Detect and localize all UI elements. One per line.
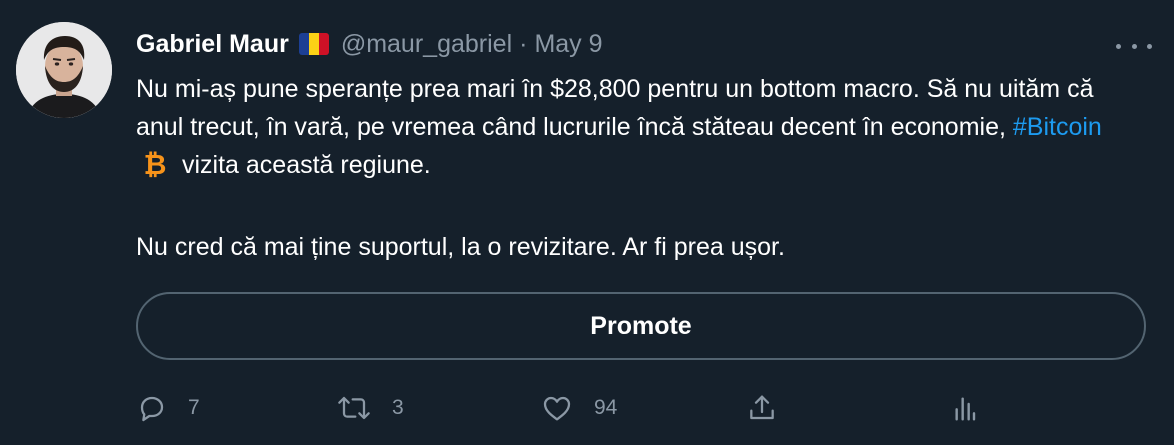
tweet-date[interactable]: May 9	[534, 30, 602, 59]
author-handle[interactable]: @maur_gabriel	[341, 30, 512, 59]
svg-text:₿: ₿	[144, 149, 167, 179]
tweet-header: Gabriel Maur @maur_gabriel · May 9	[136, 27, 603, 61]
retweet-icon	[336, 392, 372, 424]
like-count: 94	[594, 396, 618, 419]
tweet-text-part-2: vizita această regiune.	[182, 151, 431, 179]
author-name[interactable]: Gabriel Maur	[136, 30, 289, 59]
more-dots-icon[interactable]	[1116, 34, 1152, 58]
action-bar: 7 3 94	[136, 388, 1146, 428]
tweet-text: Nu mi-aș pune speranțe prea mari în $28,…	[136, 70, 1146, 266]
avatar[interactable]	[16, 22, 112, 118]
analytics-icon	[948, 391, 980, 425]
reply-button[interactable]: 7	[136, 388, 200, 428]
romania-flag-icon	[298, 33, 329, 55]
analytics-button[interactable]	[948, 388, 980, 428]
bitcoin-emoji-icon: ₿	[142, 148, 168, 190]
share-button[interactable]	[746, 388, 778, 428]
retweet-count: 3	[392, 396, 404, 419]
retweet-button[interactable]: 3	[336, 388, 404, 428]
reply-count: 7	[188, 396, 200, 419]
separator-dot: ·	[519, 29, 528, 58]
share-icon	[746, 392, 778, 424]
hashtag-link[interactable]: #Bitcoin	[1013, 113, 1102, 141]
tweet-paragraph-1: Nu mi-aș pune speranțe prea mari în $28,…	[136, 70, 1146, 190]
tweet-paragraph-2: Nu cred că mai ține suportul, la o reviz…	[136, 233, 785, 261]
reply-icon	[136, 392, 168, 424]
promote-button[interactable]: Promote	[136, 292, 1146, 360]
tweet[interactable]: Gabriel Maur @maur_gabriel · May 9 Nu mi…	[0, 0, 1174, 445]
like-button[interactable]: 94	[540, 388, 617, 428]
heart-icon	[540, 392, 574, 424]
tweet-text-part-1: Nu mi-aș pune speranțe prea mari în $28,…	[136, 75, 1094, 141]
